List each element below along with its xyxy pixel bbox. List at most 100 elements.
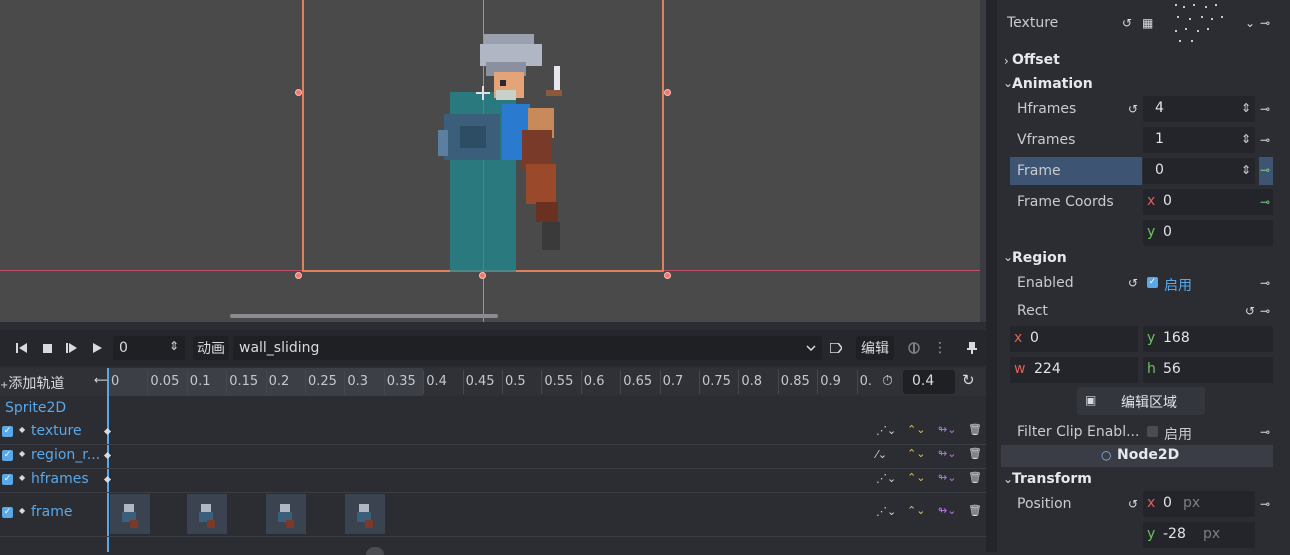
edit-menu-button[interactable]: 编辑 (856, 336, 894, 360)
delete-track-icon[interactable]: 🗑 (968, 471, 982, 484)
revert-icon[interactable]: ↺ (1128, 497, 1138, 511)
timeline-bottom-scroll-knob[interactable] (366, 547, 384, 555)
frame-keyframe-thumbnail[interactable] (345, 494, 385, 534)
keyframe-key-icon[interactable]: ⊸ (1260, 304, 1270, 318)
transform-section-header[interactable]: Transform (1012, 471, 1092, 487)
frame-spinbox[interactable]: 0 ⇕ (1143, 158, 1255, 184)
interpolation-icon[interactable]: ⌃⌄ (907, 423, 925, 436)
rect-x-field[interactable]: x 0 (1010, 326, 1138, 352)
rect-y-field[interactable]: y 168 (1143, 326, 1273, 352)
resize-handle-right[interactable] (664, 89, 671, 96)
track-row-hframes[interactable]: ✓ ◆ hframes ⋰⌄ ⌃⌄ ↬⌄ 🗑 (0, 468, 986, 493)
position-x-field[interactable]: x 0 px (1143, 491, 1255, 517)
keyframe-add-icon[interactable]: ⊸ (1260, 195, 1270, 209)
revert-icon[interactable]: ↺ (1128, 102, 1138, 116)
frame-position-spinbox[interactable]: 0 ⇕ (113, 336, 185, 360)
animation-section-header[interactable]: Animation (1012, 76, 1093, 92)
track-row-texture[interactable]: ✓ ◆ texture ⋰⌄ ⌃⌄ ↬⌄ 🗑 (0, 420, 986, 445)
track-enabled-checkbox[interactable]: ✓ (2, 426, 13, 437)
track-row-region-rect[interactable]: ✓ ◆ region_r... ⁄⌄ ⌃⌄ ↬⌄ 🗑 (0, 444, 986, 469)
interpolation-icon[interactable]: ⌃⌄ (907, 504, 925, 517)
hframes-spinbox[interactable]: 4 ⇕ (1143, 96, 1255, 122)
delete-track-icon[interactable]: 🗑 (968, 447, 982, 460)
revert-icon[interactable]: ↺ (1122, 16, 1132, 30)
position-x-value: 0 (1163, 495, 1172, 511)
pin-button[interactable] (962, 336, 982, 360)
timeline-tick-label: 0.55 (544, 374, 574, 389)
region-enabled-checkbox[interactable]: ✓ (1147, 277, 1158, 288)
track-property-icon: ◆ (19, 425, 26, 434)
sprite-thumbnail-icon (199, 504, 215, 528)
filter-clip-checkbox[interactable] (1147, 426, 1158, 437)
animation-length-field[interactable]: 0.4 (903, 370, 955, 394)
keyframe-key-icon[interactable]: ⊸ (1260, 497, 1270, 511)
update-mode-icon[interactable]: ⋰⌄ (876, 472, 896, 485)
play-backwards-button[interactable] (10, 336, 34, 360)
canvas-viewport[interactable] (0, 0, 986, 322)
region-section-header[interactable]: Region (1012, 250, 1067, 266)
panel-divider[interactable] (986, 0, 997, 552)
loop-wrap-icon[interactable]: ↬⌄ (938, 423, 956, 436)
edit-region-button[interactable]: ▣ 编辑区域 (1077, 387, 1205, 415)
loop-wrap-icon[interactable]: ↬⌄ (938, 471, 956, 484)
keyframe-key-icon[interactable]: ⊸ (1260, 102, 1270, 116)
animation-menu-button[interactable]: 动画 (193, 336, 229, 360)
frame-coords-x-field[interactable]: x 0 (1143, 189, 1273, 215)
onion-skin-icon (908, 342, 920, 354)
viewport-horizontal-scrollbar[interactable] (230, 314, 498, 318)
position-y-field[interactable]: y -28 px (1143, 522, 1255, 548)
update-mode-icon[interactable]: ⁄⌄ (876, 448, 887, 461)
rect-h-field[interactable]: h 56 (1143, 357, 1273, 383)
revert-icon[interactable]: ↺ (1128, 276, 1138, 290)
frame-coords-y-value: 0 (1163, 224, 1172, 240)
offset-section-header[interactable]: Offset (1012, 52, 1060, 68)
frame-keyframe-thumbnail[interactable] (266, 494, 306, 534)
keyframe-marker[interactable] (103, 451, 112, 460)
track-enabled-checkbox[interactable]: ✓ (2, 507, 13, 518)
more-options-button[interactable]: ⋮ (930, 336, 950, 360)
character-sprite[interactable] (436, 34, 566, 272)
loop-wrap-icon[interactable]: ↬⌄ (938, 447, 956, 460)
keyframe-key-icon[interactable]: ⊸ (1260, 276, 1270, 290)
chevron-down-icon[interactable]: ⌄ (1245, 16, 1255, 30)
stop-button[interactable] (36, 336, 58, 360)
autoplay-button[interactable] (826, 336, 846, 360)
frame-keyframe-thumbnail[interactable] (187, 494, 227, 534)
add-track-label: 添加轨道 (8, 376, 65, 392)
track-enabled-checkbox[interactable]: ✓ (2, 450, 13, 461)
keyframe-key-icon[interactable]: ⊸ (1260, 16, 1270, 30)
frame-coords-y-field[interactable]: y 0 (1143, 220, 1273, 246)
frame-keyframe-thumbnail[interactable] (110, 494, 150, 534)
keyframe-key-icon[interactable]: ⊸ (1260, 133, 1270, 147)
keyframe-key-icon[interactable]: ⊸ (1260, 425, 1270, 439)
resize-handle-bottom-right[interactable] (664, 272, 671, 279)
delete-track-icon[interactable]: 🗑 (968, 504, 982, 517)
play-button[interactable] (86, 336, 108, 360)
play-from-start-button[interactable] (60, 336, 84, 360)
interpolation-icon[interactable]: ⌃⌄ (907, 471, 925, 484)
node2d-category[interactable]: ○ Node2D (1001, 445, 1273, 467)
delete-track-icon[interactable]: 🗑 (968, 423, 982, 436)
keyframe-marker[interactable] (103, 427, 112, 436)
loop-wrap-icon[interactable]: ↬⌄ (938, 504, 956, 517)
resize-handle-bottom[interactable] (479, 272, 486, 279)
timeline-tick-label: 0. (859, 374, 872, 389)
track-enabled-checkbox[interactable]: ✓ (2, 474, 13, 485)
rect-w-field[interactable]: w 224 (1010, 357, 1138, 383)
keyframe-add-button[interactable]: ⊸ (1259, 157, 1273, 185)
update-mode-icon[interactable]: ⋰⌄ (876, 505, 896, 518)
revert-icon[interactable]: ↺ (1245, 304, 1255, 318)
resize-handle-left[interactable] (295, 89, 302, 96)
resize-handle-bottom-left[interactable] (295, 272, 302, 279)
loop-icon[interactable]: ↻ (962, 371, 975, 389)
vframes-spinbox[interactable]: 1 ⇕ (1143, 127, 1255, 153)
update-mode-icon[interactable]: ⋰⌄ (876, 424, 896, 437)
timeline-ruler[interactable]: +添加轨道 ⟷ 0 0.05 0.1 0.15 0.2 0.25 0.3 0.35 0.4 0.4… (0, 368, 986, 396)
texture-preview[interactable] (1171, 0, 1229, 46)
rect-w-value: 224 (1034, 361, 1061, 377)
animation-select[interactable]: wall_sliding (233, 336, 822, 360)
add-track-button[interactable]: +添加轨道 (0, 373, 64, 393)
onion-skin-button[interactable] (904, 336, 924, 360)
keyframe-marker[interactable] (103, 475, 112, 484)
interpolation-icon[interactable]: ⌃⌄ (907, 447, 925, 460)
